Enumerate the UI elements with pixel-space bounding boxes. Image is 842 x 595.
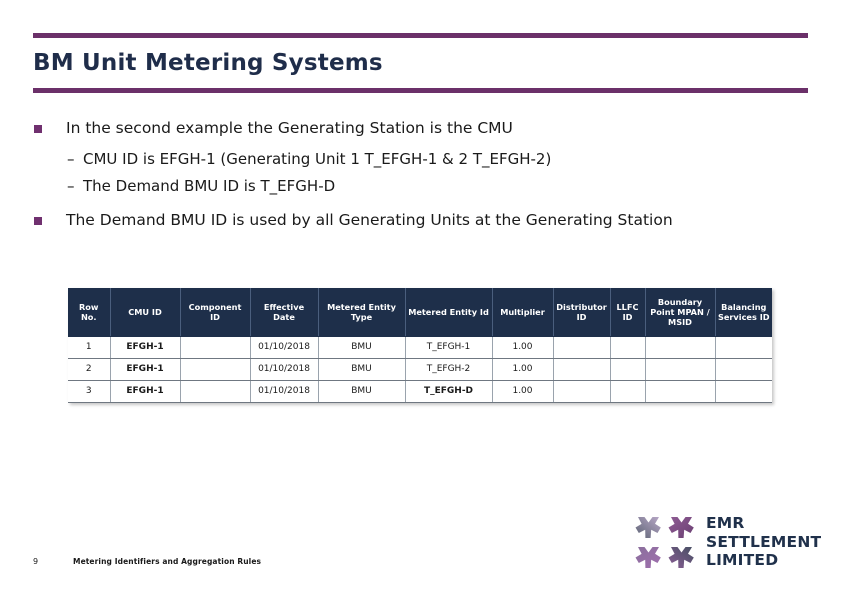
cell-metered-entity-type: BMU	[318, 358, 406, 381]
cell-cmu-id: EFGH-1	[110, 380, 181, 403]
cell-boundary-point	[645, 380, 716, 403]
logo-line-2: SETTLEMENT	[706, 532, 822, 551]
cell-cmu-id: EFGH-1	[110, 336, 181, 359]
cell-row-no: 3	[68, 380, 111, 403]
column-header-cmu-id: CMU ID	[110, 288, 181, 337]
cell-metered-entity-type: BMU	[318, 380, 406, 403]
bullet-square-icon	[34, 125, 42, 133]
cell-balancing-services-id	[715, 358, 772, 381]
cell-row-no: 1	[68, 336, 111, 359]
column-header-effective-date: Effective Date	[250, 288, 319, 337]
cell-boundary-point	[645, 358, 716, 381]
metering-table: Row No. CMU ID Component ID Effective Da…	[68, 288, 772, 403]
cell-cmu-id: EFGH-1	[110, 358, 181, 381]
bullet-list: In the second example the Generating Sta…	[33, 118, 808, 241]
cell-component-id	[180, 380, 251, 403]
list-item: – CMU ID is EFGH-1 (Generating Unit 1 T_…	[33, 149, 808, 170]
cell-distributor-id	[553, 336, 611, 359]
cell-component-id	[180, 358, 251, 381]
table-row: 3 EFGH-1 01/10/2018 BMU T_EFGH-D 1.00	[68, 380, 772, 403]
cell-effective-date: 01/10/2018	[250, 336, 319, 359]
list-item: In the second example the Generating Sta…	[33, 118, 808, 139]
logo-wordmark: EMR SETTLEMENT LIMITED	[706, 514, 821, 570]
cell-metered-entity-id: T_EFGH-2	[405, 358, 493, 381]
cell-balancing-services-id	[715, 380, 772, 403]
cell-metered-entity-id: T_EFGH-D	[405, 380, 493, 403]
dash-icon: –	[67, 177, 75, 195]
list-item-text: CMU ID is EFGH-1 (Generating Unit 1 T_EF…	[83, 150, 552, 168]
column-header-row-no: Row No.	[68, 288, 111, 337]
list-item-text: The Demand BMU ID is used by all Generat…	[66, 211, 673, 229]
cell-metered-entity-id: T_EFGH-1	[405, 336, 493, 359]
logo-line-3: LIMITED	[706, 551, 779, 569]
emr-settlement-logo: EMR SETTLEMENT LIMITED	[634, 512, 821, 574]
list-item: – The Demand BMU ID is T_EFGH-D	[33, 176, 808, 197]
cell-llfc-id	[610, 358, 646, 381]
footer-label: Metering Identifiers and Aggregation Rul…	[73, 557, 262, 566]
column-header-multiplier: Multiplier	[492, 288, 554, 337]
cell-multiplier: 1.00	[492, 336, 554, 359]
column-header-component-id: Component ID	[180, 288, 251, 337]
page-title: BM Unit Metering Systems	[33, 50, 383, 76]
column-header-metered-entity-type: Metered Entity Type	[318, 288, 406, 337]
cell-effective-date: 01/10/2018	[250, 380, 319, 403]
cell-balancing-services-id	[715, 336, 772, 359]
cell-llfc-id	[610, 380, 646, 403]
title-rule-bottom	[33, 88, 808, 93]
table-row: 1 EFGH-1 01/10/2018 BMU T_EFGH-1 1.00	[68, 336, 772, 359]
page-number: 9	[33, 557, 39, 566]
title-rule-top	[33, 33, 808, 38]
column-header-llfc-id: LLFC ID	[610, 288, 646, 337]
metering-table-container: Row No. CMU ID Component ID Effective Da…	[68, 288, 772, 403]
cell-row-no: 2	[68, 358, 111, 381]
bullet-square-icon	[34, 217, 42, 225]
column-header-balancing-services-id: Balancing Services ID	[715, 288, 772, 337]
column-header-metered-entity-id: Metered Entity Id	[405, 288, 493, 337]
table-header-row: Row No. CMU ID Component ID Effective Da…	[68, 288, 772, 337]
slide-canvas: BM Unit Metering Systems In the second e…	[0, 0, 842, 595]
list-item: The Demand BMU ID is used by all Generat…	[33, 210, 808, 231]
list-item-text: In the second example the Generating Sta…	[66, 119, 513, 137]
cell-multiplier: 1.00	[492, 358, 554, 381]
cell-multiplier: 1.00	[492, 380, 554, 403]
dash-icon: –	[67, 150, 75, 168]
list-item-text: The Demand BMU ID is T_EFGH-D	[83, 177, 336, 195]
cell-component-id	[180, 336, 251, 359]
column-header-boundary-point-mpan: Boundary Point MPAN / MSID	[645, 288, 716, 337]
cell-distributor-id	[553, 380, 611, 403]
emr-pinwheel-mark-icon	[635, 517, 694, 568]
cell-metered-entity-type: BMU	[318, 336, 406, 359]
cell-distributor-id	[553, 358, 611, 381]
cell-boundary-point	[645, 336, 716, 359]
logo-line-1: EMR	[706, 514, 745, 532]
column-header-distributor-id: Distributor ID	[553, 288, 611, 337]
cell-llfc-id	[610, 336, 646, 359]
table-row: 2 EFGH-1 01/10/2018 BMU T_EFGH-2 1.00	[68, 358, 772, 381]
cell-effective-date: 01/10/2018	[250, 358, 319, 381]
